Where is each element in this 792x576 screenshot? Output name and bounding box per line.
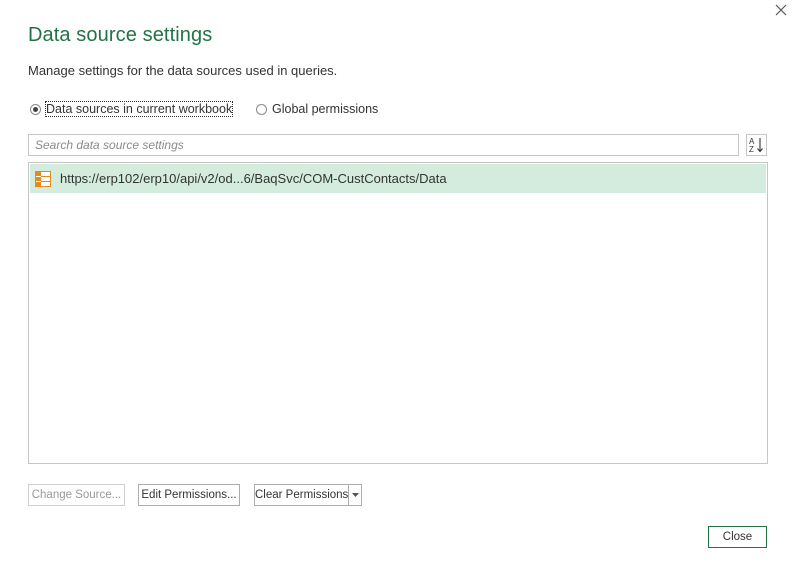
dialog-title: Data source settings: [28, 24, 213, 46]
clear-permissions-button[interactable]: Clear Permissions: [255, 485, 348, 505]
svg-text:Z: Z: [749, 145, 754, 154]
radio-current-workbook-label: Data sources in current workbook: [44, 101, 234, 117]
chevron-down-icon[interactable]: [348, 485, 361, 505]
radio-current-workbook-indicator[interactable]: [30, 103, 41, 115]
radio-global-permissions[interactable]: Global permissions: [256, 101, 378, 117]
table-icon: [35, 170, 51, 187]
data-source-url: https://erp102/erp10/api/v2/od...6/BaqSv…: [60, 171, 447, 186]
sort-button[interactable]: A Z: [746, 134, 767, 156]
change-source-button[interactable]: Change Source...: [28, 484, 125, 506]
clear-permissions-split-button[interactable]: Clear Permissions: [254, 484, 362, 506]
list-item[interactable]: https://erp102/erp10/api/v2/od...6/BaqSv…: [30, 164, 766, 193]
edit-permissions-button[interactable]: Edit Permissions...: [138, 484, 240, 506]
radio-global-permissions-label: Global permissions: [272, 102, 379, 116]
radio-current-workbook[interactable]: Data sources in current workbook: [30, 101, 234, 117]
radio-global-permissions-indicator[interactable]: [256, 103, 267, 115]
data-source-list[interactable]: https://erp102/erp10/api/v2/od...6/BaqSv…: [28, 162, 768, 464]
dialog-subtitle: Manage settings for the data sources use…: [28, 63, 338, 78]
search-input[interactable]: [28, 134, 739, 156]
close-icon[interactable]: [770, 0, 792, 20]
sort-az-icon: A Z: [749, 137, 763, 154]
close-button[interactable]: Close: [708, 526, 767, 548]
